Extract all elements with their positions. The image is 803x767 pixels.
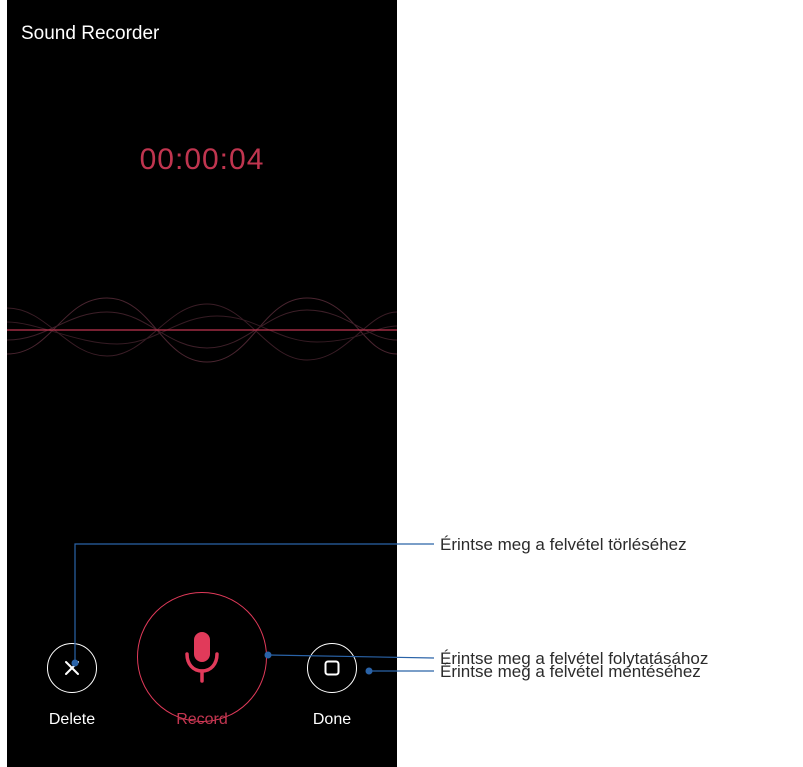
stop-square-icon [324,660,340,676]
save-callout: Érintse meg a felvétel mentéséhez [440,662,701,681]
waveform-trace-3 [7,303,397,361]
recording-timer: 00:00:04 [139,143,265,176]
phone-screen: Sound Recorder 00:00:04 Delete Record Do… [7,0,397,767]
audio-waveform [7,297,397,363]
waveform-trace-2 [7,309,397,349]
delete-callout: Érintse meg a felvétel törléséhez [440,535,687,554]
record-label: Record [176,711,228,728]
delete-button[interactable] [47,643,97,693]
delete-label: Delete [48,711,96,728]
app-title: Sound Recorder [21,23,160,44]
record-button[interactable] [137,592,267,722]
done-button[interactable] [307,643,357,693]
close-icon [65,661,79,675]
microphone-icon [185,632,219,683]
done-label: Done [312,711,352,728]
